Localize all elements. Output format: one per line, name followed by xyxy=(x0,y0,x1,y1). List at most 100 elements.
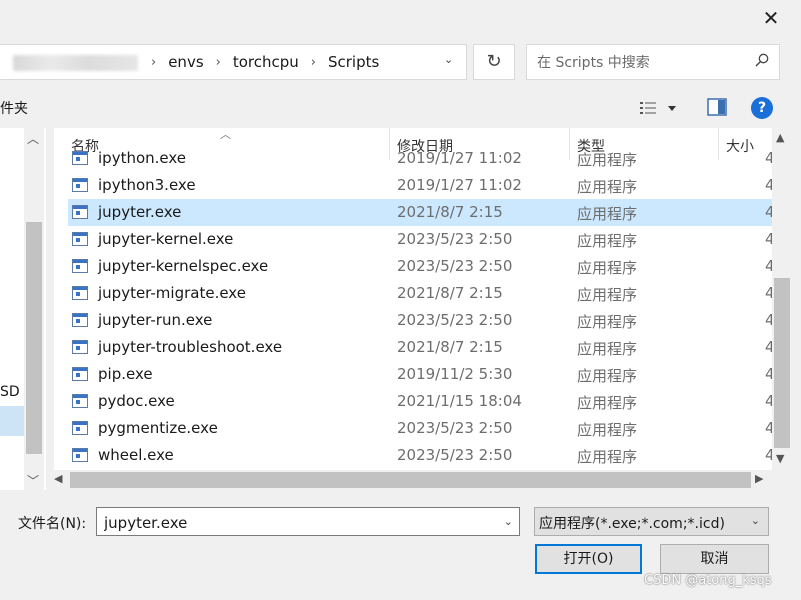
file-row[interactable]: jupyter-migrate.exe 2021/8/7 2:15 应用程序 4 xyxy=(68,280,772,307)
watermark: CSDN @atong_ksqs xyxy=(644,573,772,588)
address-dropdown-icon[interactable]: ⌄ xyxy=(444,53,453,66)
file-size-truncated: 4 xyxy=(765,365,772,383)
file-list: ︿ 名称 修改日期 类型 大小 ipython.exe 2019/1/27 11:… xyxy=(54,128,772,470)
view-menu-button[interactable] xyxy=(640,96,684,120)
file-row[interactable]: jupyter-kernel.exe 2023/5/23 2:50 应用程序 4 xyxy=(68,226,772,253)
breadcrumb-separator: › xyxy=(151,54,157,70)
file-name: pip.exe xyxy=(98,365,153,383)
file-size-truncated: 4 xyxy=(765,176,772,194)
filename-input[interactable] xyxy=(102,508,486,537)
exe-file-icon xyxy=(72,232,88,246)
blurred-path-segment xyxy=(13,55,138,71)
navigation-selected-item[interactable] xyxy=(0,406,24,436)
exe-file-icon xyxy=(72,259,88,273)
chevron-up-icon[interactable]: ︿ xyxy=(27,130,39,147)
preview-pane-icon[interactable] xyxy=(707,98,727,116)
file-type: 应用程序 xyxy=(577,340,638,358)
new-folder-button[interactable]: 件夹 xyxy=(0,98,28,118)
scroll-up-icon[interactable]: ▲ xyxy=(776,131,784,144)
file-name: jupyter-migrate.exe xyxy=(98,284,246,302)
filename-combobox: ⌄ xyxy=(96,507,520,537)
refresh-button[interactable]: ↻ xyxy=(473,44,515,80)
exe-file-icon xyxy=(72,394,88,408)
file-type: 应用程序 xyxy=(577,286,638,304)
breadcrumb: › envs › torchcpu › Scripts xyxy=(151,45,379,79)
address-bar[interactable]: › envs › torchcpu › Scripts ⌄ xyxy=(0,44,467,80)
file-name: jupyter-kernel.exe xyxy=(98,230,234,248)
file-row[interactable]: ipython.exe 2019/1/27 11:02 应用程序 4 xyxy=(68,145,772,172)
scroll-right-icon[interactable]: ▶ xyxy=(755,472,763,485)
file-modified-date: 2021/8/7 2:15 xyxy=(397,203,503,221)
close-button[interactable]: ✕ xyxy=(757,4,785,32)
file-name: jupyter.exe xyxy=(98,203,182,221)
chevron-down-icon[interactable]: ﹀ xyxy=(27,472,39,489)
breadcrumb-item-torchcpu[interactable]: torchcpu xyxy=(233,53,299,71)
file-name: jupyter-troubleshoot.exe xyxy=(98,338,283,356)
scroll-left-icon[interactable]: ◀ xyxy=(54,472,62,485)
search-box xyxy=(526,44,780,81)
exe-file-icon xyxy=(72,421,88,435)
exe-file-icon xyxy=(72,205,88,219)
file-type-filter[interactable]: 应用程序(*.exe;*.com;*.icd) ⌄ xyxy=(534,507,769,536)
search-icon[interactable] xyxy=(755,53,769,67)
file-modified-date: 2021/8/7 2:15 xyxy=(397,338,503,356)
breadcrumb-item-envs[interactable]: envs xyxy=(168,53,203,71)
file-modified-date: 2023/5/23 2:50 xyxy=(397,257,513,275)
breadcrumb-separator: › xyxy=(215,54,221,70)
file-type: 应用程序 xyxy=(577,259,638,277)
file-modified-date: 2021/8/7 2:15 xyxy=(397,284,503,302)
vertical-scrollbar-thumb[interactable] xyxy=(774,278,790,448)
file-modified-date: 2023/5/23 2:50 xyxy=(397,311,513,329)
navigation-scrollbar-thumb[interactable] xyxy=(26,222,42,454)
view-details-icon xyxy=(640,102,656,114)
file-modified-date: 2019/11/2 5:30 xyxy=(397,365,513,383)
file-row[interactable]: jupyter-kernelspec.exe 2023/5/23 2:50 应用程序… xyxy=(68,253,772,280)
open-button[interactable]: 打开(O) xyxy=(535,544,642,574)
file-name: jupyter-run.exe xyxy=(98,311,213,329)
file-row[interactable]: jupyter-troubleshoot.exe 2021/8/7 2:15 应用程… xyxy=(68,334,772,361)
file-type: 应用程序 xyxy=(577,151,638,169)
exe-file-icon xyxy=(72,178,88,192)
file-size-truncated: 4 xyxy=(765,338,772,356)
file-type: 应用程序 xyxy=(577,178,638,196)
file-type: 应用程序 xyxy=(577,313,638,331)
cancel-button[interactable]: 取消 xyxy=(660,544,769,574)
file-row[interactable]: jupyter-run.exe 2023/5/23 2:50 应用程序 4 xyxy=(68,307,772,334)
breadcrumb-item-scripts[interactable]: Scripts xyxy=(328,53,379,71)
file-name: pygmentize.exe xyxy=(98,419,218,437)
file-modified-date: 2019/1/27 11:02 xyxy=(397,149,522,167)
chevron-down-icon[interactable]: ⌄ xyxy=(504,515,513,528)
horizontal-scrollbar-thumb[interactable] xyxy=(70,472,751,488)
file-size-truncated: 4 xyxy=(765,284,772,302)
exe-file-icon xyxy=(72,313,88,327)
file-modified-date: 2021/1/15 18:04 xyxy=(397,392,522,410)
file-row[interactable]: pydoc.exe 2021/1/15 18:04 应用程序 4 xyxy=(68,388,772,415)
chevron-down-icon: ⌄ xyxy=(750,514,760,527)
filename-label: 文件名(N): xyxy=(18,516,87,532)
file-size-truncated: 4 xyxy=(765,392,772,410)
file-row[interactable]: ipython3.exe 2019/1/27 11:02 应用程序 4 xyxy=(68,172,772,199)
file-row[interactable]: jupyter.exe 2021/8/7 2:15 应用程序 4 xyxy=(68,199,772,226)
scroll-down-icon[interactable]: ▼ xyxy=(776,452,784,465)
file-modified-date: 2023/5/23 2:50 xyxy=(397,419,513,437)
file-size-truncated: 4 xyxy=(765,230,772,248)
file-size-truncated: 4 xyxy=(765,257,772,275)
file-type: 应用程序 xyxy=(577,421,638,439)
file-row[interactable]: pip.exe 2019/11/2 5:30 应用程序 4 xyxy=(68,361,772,388)
exe-file-icon xyxy=(72,286,88,300)
file-type: 应用程序 xyxy=(577,367,638,385)
search-input[interactable] xyxy=(535,45,739,81)
breadcrumb-separator: › xyxy=(310,54,316,70)
file-size-truncated: 4 xyxy=(765,203,772,221)
file-type: 应用程序 xyxy=(577,394,638,412)
exe-file-icon xyxy=(72,151,88,165)
file-name: ipython.exe xyxy=(98,149,187,167)
file-modified-date: 2023/5/23 2:50 xyxy=(397,230,513,248)
file-size-truncated: 4 xyxy=(765,311,772,329)
file-modified-date: 2019/1/27 11:02 xyxy=(397,176,522,194)
file-row[interactable]: wheel.exe 2023/5/23 2:50 应用程序 4 xyxy=(68,442,772,469)
help-button[interactable]: ? xyxy=(751,97,773,119)
file-type: 应用程序 xyxy=(577,232,638,250)
file-name: ipython3.exe xyxy=(98,176,196,194)
file-row[interactable]: pygmentize.exe 2023/5/23 2:50 应用程序 4 xyxy=(68,415,772,442)
